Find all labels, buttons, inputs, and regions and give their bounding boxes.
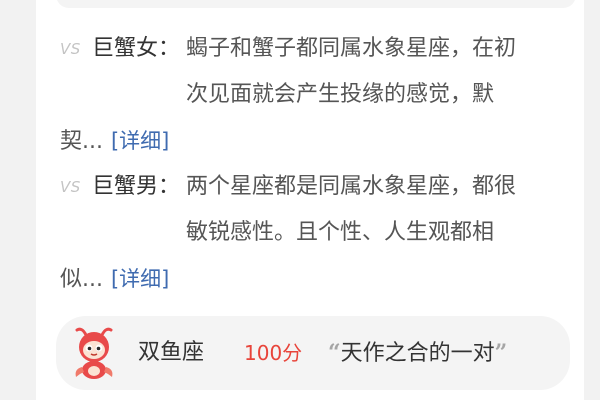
match-description-line: 次见面就会产生投缘的感觉，默 [186, 82, 495, 107]
vs-icon: VS [60, 40, 81, 58]
open-quote-icon: “ [328, 340, 341, 366]
pisces-match-card[interactable]: 双鱼座 100分 “天作之合的一对” [56, 316, 570, 390]
close-quote-icon: ” [494, 340, 508, 366]
match-description-end: 似... [详细] [60, 256, 169, 303]
previous-card-edge [56, 0, 576, 8]
match-description-end: 契... [详细] [60, 118, 169, 165]
match-description-line: 敏锐感性。且个性、人生观都相 [186, 220, 495, 245]
sign-name: 双鱼座 [138, 340, 205, 365]
match-role-label: 巨蟹男： [92, 174, 181, 199]
detail-link[interactable]: [详细] [111, 267, 169, 291]
match-line-3: 契... [详细] [60, 118, 580, 164]
vs-icon: VS [60, 178, 81, 196]
match-score: 100分 [244, 341, 303, 365]
match-role-label: 巨蟹女： [92, 36, 181, 61]
match-slogan: “天作之合的一对” [328, 316, 507, 391]
match-line-3: 似... [详细] [60, 256, 580, 302]
slogan-text: 天作之合的一对 [340, 341, 495, 366]
match-content-panel: VS 巨蟹女： 蝎子和蟹子都同属水象星座，在初 次见面就会产生投缘的感觉，默 契… [36, 0, 584, 400]
match-line-2: 敏锐感性。且个性、人生观都相 [60, 210, 580, 256]
match-description-line: 蝎子和蟹子都同属水象星座，在初 [186, 36, 517, 61]
match-description-line: 两个星座都是同属水象星座，都很 [186, 174, 517, 199]
match-description-line: 似... [60, 267, 103, 292]
match-entry-cancer-female: VS 巨蟹女： 蝎子和蟹子都同属水象星座，在初 次见面就会产生投缘的感觉，默 契… [60, 26, 580, 164]
detail-link[interactable]: [详细] [111, 129, 169, 153]
match-line-1: VS 巨蟹女： 蝎子和蟹子都同属水象星座，在初 [60, 26, 580, 72]
match-description-line: 契... [60, 129, 103, 154]
match-line-2: 次见面就会产生投缘的感觉，默 [60, 72, 580, 118]
match-line-1: VS 巨蟹男： 两个星座都是同属水象星座，都很 [60, 164, 580, 210]
pisces-mascot-icon [68, 325, 120, 381]
match-entry-cancer-male: VS 巨蟹男： 两个星座都是同属水象星座，都很 敏锐感性。且个性、人生观都相 似… [60, 164, 580, 302]
